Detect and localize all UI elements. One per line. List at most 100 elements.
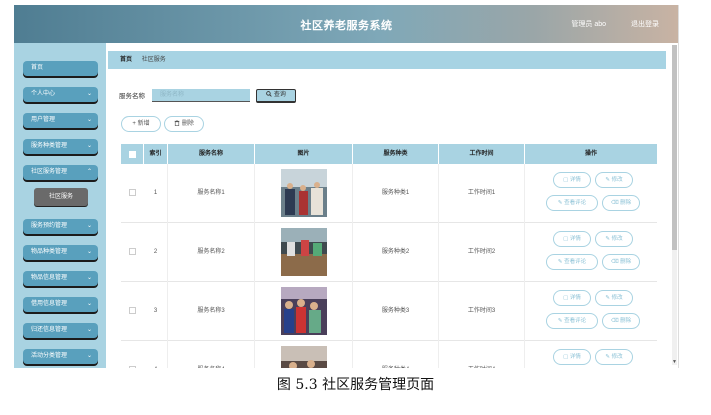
table-row: 3 服务名称3 服务种类3 工作时间3 ▢ 详情 ✎ 修改 ✎ 查看评论 ⌫ 删… xyxy=(121,282,657,341)
sidebar-item-label: 活动分类管理 xyxy=(31,353,68,359)
figure-caption: 图 5.3 社区服务管理页面 xyxy=(276,377,435,393)
edit-button[interactable]: ✎ 修改 xyxy=(595,290,633,306)
trash-icon: ⌫ xyxy=(610,200,621,206)
sidebar-item-label: 个人中心 xyxy=(31,91,56,97)
detail-icon: ▢ xyxy=(563,295,570,301)
detail-label: 详情 xyxy=(569,295,581,301)
chevron-up-icon: ⌃ xyxy=(86,169,92,175)
logout-link[interactable]: 退出登录 xyxy=(631,19,659,29)
review-label: 查看评论 xyxy=(564,318,587,324)
table-header: 索引 服务名称 图片 服务种类 工作时间 操作 xyxy=(121,144,657,164)
sidebar-item-label: 物品信息管理 xyxy=(31,275,68,281)
detail-label: 详情 xyxy=(569,354,581,360)
sidebar-item-return-info[interactable]: 归还信息管理 ⌄ xyxy=(23,323,98,338)
batch-delete-label: 删除 xyxy=(181,121,194,127)
review-label: 查看评论 xyxy=(564,200,587,206)
header-index: 索引 xyxy=(144,144,168,164)
header-select-all-cell xyxy=(121,144,144,164)
sidebar-item-users[interactable]: 用户管理 ⌄ xyxy=(23,113,98,128)
row-checkbox[interactable] xyxy=(129,307,136,314)
delete-label: 删除 xyxy=(620,259,632,265)
breadcrumb-home[interactable]: 首页 xyxy=(120,57,132,63)
detail-button[interactable]: ▢ 详情 xyxy=(553,172,591,188)
search-icon xyxy=(266,91,272,97)
table-row: 1 服务名称1 服务种类1 工作时间1 ▢ 详情 ✎ 修改 ✎ 查看评论 ⌫ 删… xyxy=(121,164,657,223)
chevron-down-icon: ⌄ xyxy=(86,223,92,229)
trash-icon: ⌫ xyxy=(610,259,621,265)
sidebar-item-service-kinds[interactable]: 服务种类管理 ⌄ xyxy=(23,139,98,154)
row-index: 1 xyxy=(144,164,168,223)
sidebar-item-profile[interactable]: 个人中心 ⌄ xyxy=(23,87,98,102)
table-row: 4 服务名称4 服务种类4 工作时间4 ▢ 详情 ✎ 修改 xyxy=(121,341,657,368)
row-kind: 服务种类4 xyxy=(353,341,439,368)
delete-button[interactable]: ⌫ 删除 xyxy=(602,195,640,211)
query-button[interactable]: 查询 xyxy=(256,89,296,103)
sidebar-item-item-kinds[interactable]: 物品种类管理 ⌄ xyxy=(23,245,98,260)
row-name: 服务名称2 xyxy=(168,223,255,282)
service-photo xyxy=(281,287,327,335)
detail-label: 详情 xyxy=(569,177,581,183)
batch-delete-button[interactable]: 删除 xyxy=(164,116,204,132)
breadcrumb: 首页 社区服务 xyxy=(108,51,666,69)
scrollbar-thumb[interactable] xyxy=(672,45,677,250)
row-index: 2 xyxy=(144,223,168,282)
delete-button[interactable]: ⌫ 删除 xyxy=(602,254,640,270)
header-kind: 服务种类 xyxy=(353,144,439,164)
review-button[interactable]: ✎ 查看评论 xyxy=(546,313,598,329)
review-button[interactable]: ✎ 查看评论 xyxy=(546,254,598,270)
top-header: 社区养老服务系统 管理员 abo 退出登录 xyxy=(14,5,678,43)
edit-label: 修改 xyxy=(611,236,623,242)
sidebar-item-label: 借用信息管理 xyxy=(31,301,68,307)
service-photo xyxy=(281,346,327,368)
sidebar-item-borrow-info[interactable]: 借用信息管理 ⌄ xyxy=(23,297,98,312)
sidebar-item-community-service[interactable]: 社区服务管理 ⌃ xyxy=(23,165,98,180)
chevron-down-icon: ⌄ xyxy=(86,117,92,123)
add-button[interactable]: + 新增 xyxy=(121,116,161,132)
edit-button[interactable]: ✎ 修改 xyxy=(595,231,633,247)
service-photo xyxy=(281,169,327,217)
row-time: 工作时间3 xyxy=(439,282,525,341)
sidebar-item-item-info[interactable]: 物品信息管理 ⌄ xyxy=(23,271,98,286)
main-content: 首页 社区服务 服务名称 查询 + 新增 删除 索引 服务名称 图片 服务种类 … xyxy=(106,43,678,368)
review-button[interactable]: ✎ 查看评论 xyxy=(546,195,598,211)
row-checkbox[interactable] xyxy=(129,366,136,368)
sidebar-item-label: 服务预约管理 xyxy=(31,223,68,229)
edit-button[interactable]: ✎ 修改 xyxy=(595,349,633,365)
header-actions: 操作 xyxy=(584,151,597,157)
vertical-scrollbar[interactable]: ▼ xyxy=(672,45,677,365)
sidebar-item-activity-category[interactable]: 活动分类管理 ⌄ xyxy=(23,349,98,364)
chevron-down-icon: ⌄ xyxy=(86,91,92,97)
delete-label: 删除 xyxy=(620,318,632,324)
row-kind: 服务种类2 xyxy=(353,223,439,282)
sidebar-item-label: 用户管理 xyxy=(31,117,56,123)
sidebar-item-home[interactable]: 首页 xyxy=(23,61,98,76)
sidebar-subitem-community-service[interactable]: 社区服务 xyxy=(34,188,88,206)
chevron-down-icon: ⌄ xyxy=(86,327,92,333)
search-label: 服务名称 xyxy=(119,93,145,100)
search-input[interactable] xyxy=(152,89,250,102)
delete-label: 删除 xyxy=(620,200,632,206)
detail-button[interactable]: ▢ 详情 xyxy=(553,290,591,306)
sidebar-item-service-booking[interactable]: 服务预约管理 ⌄ xyxy=(23,219,98,234)
delete-button[interactable]: ⌫ 删除 xyxy=(602,313,640,329)
header-image: 图片 xyxy=(255,144,353,164)
sidebar: 首页 个人中心 ⌄ 用户管理 ⌄ 服务种类管理 ⌄ 社区服务管理 ⌃ 社区服务 服务预约… xyxy=(14,43,106,368)
row-index: 3 xyxy=(144,282,168,341)
sidebar-item-label: 物品种类管理 xyxy=(31,249,68,255)
scroll-down-icon[interactable]: ▼ xyxy=(672,359,677,365)
sidebar-item-label: 首页 xyxy=(31,65,44,71)
review-label: 查看评论 xyxy=(564,259,587,265)
row-checkbox[interactable] xyxy=(129,248,136,255)
select-all-checkbox[interactable] xyxy=(129,151,136,158)
detail-button[interactable]: ▢ 详情 xyxy=(553,349,591,365)
row-checkbox[interactable] xyxy=(129,189,136,196)
row-index: 4 xyxy=(144,341,168,368)
trash-icon xyxy=(174,120,180,126)
row-time: 工作时间4 xyxy=(439,341,525,368)
detail-button[interactable]: ▢ 详情 xyxy=(553,231,591,247)
trash-icon: ⌫ xyxy=(610,318,621,324)
detail-icon: ▢ xyxy=(563,236,570,242)
edit-button[interactable]: ✎ 修改 xyxy=(595,172,633,188)
row-time: 工作时间1 xyxy=(439,164,525,223)
row-time: 工作时间2 xyxy=(439,223,525,282)
